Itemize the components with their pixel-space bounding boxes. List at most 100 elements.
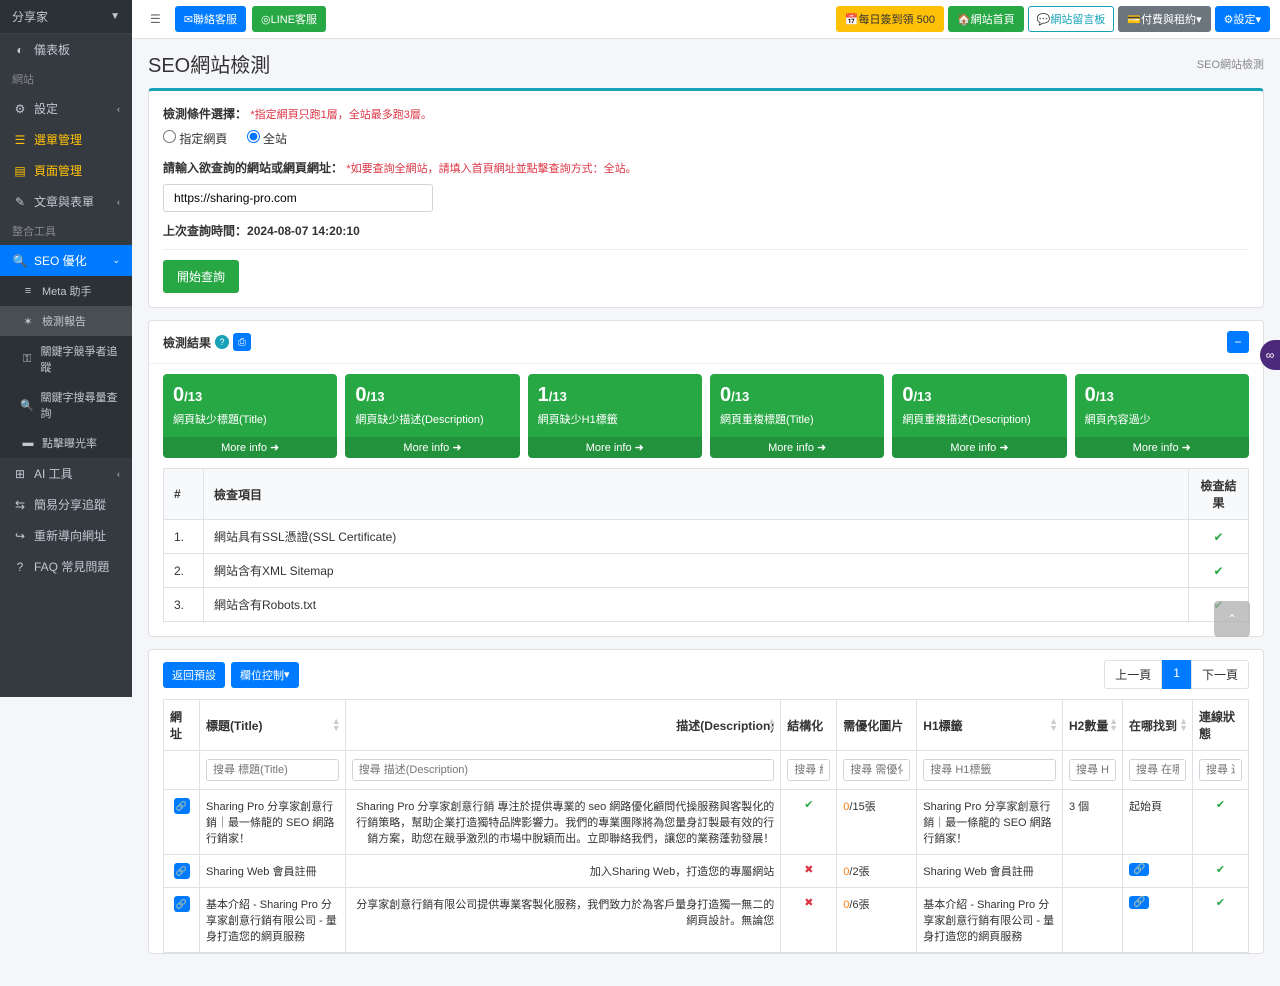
cond-hint: *指定網頁只跑1層，全站最多跑3層。 <box>250 109 432 121</box>
th-struct[interactable]: 結構化 <box>781 700 837 751</box>
open-url-icon[interactable]: 🔗 <box>174 863 190 879</box>
nav-faq[interactable]: ?FAQ 常見問題 <box>0 551 132 582</box>
table-row: 🔗 Sharing Pro 分享家創意行銷｜最一條龍的 SEO 網路行銷家！ S… <box>164 790 1249 855</box>
th-idx: # <box>164 469 204 520</box>
nav-meta-helper[interactable]: ≡Meta 助手 <box>0 276 132 306</box>
settings-button[interactable]: ⚙ 設定 ▾ <box>1215 6 1270 32</box>
radio-site[interactable]: 全站 <box>247 132 287 146</box>
brand-selector[interactable]: 分享家▼ <box>0 0 132 34</box>
nav-keyword-competitor[interactable]: ⚿關鍵字競爭者追蹤 <box>0 336 132 382</box>
sitemap-icon: ☰ <box>12 133 28 147</box>
th-item: 檢查項目 <box>204 469 1189 520</box>
menu-toggle-icon[interactable]: ☰ <box>142 8 169 30</box>
more-info-link[interactable]: More info ➜ <box>710 437 884 458</box>
table-row: 1.網站具有SSL憑證(SSL Certificate)✔ <box>164 520 1249 554</box>
chevron-down-icon: ⌄ <box>112 255 120 266</box>
chevron-left-icon: ‹ <box>117 104 120 114</box>
more-info-link[interactable]: More info ➜ <box>892 437 1066 458</box>
url-input[interactable] <box>163 184 433 212</box>
question-icon: ? <box>12 560 28 574</box>
export-icon[interactable]: ⎙ <box>233 333 251 351</box>
checkin-button[interactable]: 📅 每日簽到領 500 <box>836 6 944 32</box>
found-badge[interactable]: 🔗 <box>1129 863 1149 876</box>
check-bad-icon: ✖ <box>804 864 813 876</box>
found-badge[interactable]: 🔗 <box>1129 896 1149 909</box>
th-found[interactable]: 在哪找到▲▼ <box>1123 700 1193 751</box>
reset-button[interactable]: 返回預設 <box>163 662 225 688</box>
filter-img[interactable] <box>843 759 910 781</box>
url-label: 請輸入欲查詢的網站或網頁網址： <box>163 161 343 175</box>
page-title: SEO網站檢測 <box>148 49 270 78</box>
table-row: 2.網站含有XML Sitemap✔ <box>164 554 1249 588</box>
filter-link[interactable] <box>1199 759 1242 781</box>
more-info-link[interactable]: More info ➜ <box>1075 437 1249 458</box>
contact-button[interactable]: ✉ 聯絡客服 <box>175 6 246 32</box>
line-button[interactable]: ◎ LINE客服 <box>252 6 326 32</box>
nav-click-exposure[interactable]: ▬點擊曝光率 <box>0 428 132 458</box>
nav-settings[interactable]: ⚙設定‹ <box>0 93 132 124</box>
edit-icon: ✎ <box>12 195 28 209</box>
th-h1[interactable]: H1標籤▲▼ <box>917 700 1063 751</box>
nav-keyword-volume[interactable]: 🔍關鍵字搜尋量查詢 <box>0 382 132 428</box>
th-url[interactable]: 網址 <box>164 700 200 751</box>
open-url-icon[interactable]: 🔗 <box>174 896 190 912</box>
filter-h1[interactable] <box>923 759 1056 781</box>
more-info-link[interactable]: More info ➜ <box>163 437 337 458</box>
key-icon: ⚿ <box>20 353 34 366</box>
check-ok-icon: ✔ <box>1216 864 1225 876</box>
check-ok-icon: ✔ <box>804 799 813 811</box>
filter-struct[interactable] <box>787 759 830 781</box>
side-widget[interactable] <box>1260 340 1280 370</box>
open-url-icon[interactable]: 🔗 <box>174 798 190 814</box>
filter-found[interactable] <box>1129 759 1186 781</box>
msgboard-button[interactable]: 💬 網站留言板 <box>1028 6 1115 32</box>
th-title[interactable]: 標題(Title)▲▼ <box>200 700 346 751</box>
nav-menu-mgmt[interactable]: ☰選單管理 <box>0 124 132 155</box>
filter-desc[interactable] <box>352 759 775 781</box>
page-1-button[interactable]: 1 <box>1162 660 1191 689</box>
stat-card: 0/13 網頁缺少描述(Description) More info ➜ <box>345 374 519 458</box>
filter-h2[interactable] <box>1069 759 1116 781</box>
topbar: ☰ ✉ 聯絡客服 ◎ LINE客服 📅 每日簽到領 500 🏠 網站首頁 💬 網… <box>132 0 1280 39</box>
next-page-button[interactable]: 下一頁 <box>1191 660 1249 689</box>
table-row: 🔗 Sharing Web 會員註冊 加入Sharing Web，打造您的專屬網… <box>164 855 1249 888</box>
home-button[interactable]: 🏠 網站首頁 <box>948 6 1024 32</box>
check-ok-icon: ✔ <box>1216 897 1225 909</box>
nav-page-mgmt[interactable]: ▤頁面管理 <box>0 155 132 186</box>
nav-ai-tools[interactable]: ⊞AI 工具‹ <box>0 458 132 489</box>
nav-dashboard[interactable]: ◐儀表板 <box>0 34 132 65</box>
more-info-link[interactable]: More info ➜ <box>528 437 702 458</box>
payment-button[interactable]: 💳 付費與租約 ▾ <box>1118 6 1210 32</box>
filter-title[interactable] <box>206 759 339 781</box>
th-desc[interactable]: 描述(Description)▲▼ <box>345 700 781 751</box>
result-card: 檢測結果 ? ⎙ − 0/13 網頁缺少標題(Title) More info … <box>148 320 1264 637</box>
chart-icon: ▬ <box>20 437 36 449</box>
page-icon: ▤ <box>12 164 28 178</box>
robot-icon: ⊞ <box>12 467 28 481</box>
gauge-icon: ◐ <box>12 43 28 57</box>
scroll-top-button[interactable]: ⌃ <box>1214 601 1250 637</box>
chevron-left-icon: ‹ <box>117 469 120 479</box>
check-bad-icon: ✖ <box>804 897 813 909</box>
gear-icon: ⚙ <box>12 102 28 116</box>
chevron-down-icon: ▼ <box>110 11 120 22</box>
th-h2[interactable]: H2數量▲▼ <box>1063 700 1123 751</box>
radio-page[interactable]: 指定網頁 <box>163 132 227 146</box>
nav-share-track[interactable]: ⇆簡易分享追蹤 <box>0 489 132 520</box>
cols-button[interactable]: 欄位控制 ▾ <box>231 662 299 688</box>
nav-article-form[interactable]: ✎文章與表單‹ <box>0 186 132 217</box>
stat-card: 0/13 網頁重複描述(Description) More info ➜ <box>892 374 1066 458</box>
check-table: # 檢查項目 檢查結果 1.網站具有SSL憑證(SSL Certificate)… <box>163 468 1249 622</box>
more-info-link[interactable]: More info ➜ <box>345 437 519 458</box>
th-img[interactable]: 需優化圖片 <box>837 700 917 751</box>
collapse-button[interactable]: − <box>1227 331 1249 353</box>
help-icon[interactable]: ? <box>215 335 229 349</box>
start-query-button[interactable]: 開始查詢 <box>163 260 239 293</box>
nav-seo-opt[interactable]: 🔍SEO 優化⌄ <box>0 245 132 276</box>
share-icon: ⇆ <box>12 498 28 512</box>
prev-page-button[interactable]: 上一頁 <box>1104 660 1162 689</box>
query-card: 檢測條件選擇： *指定網頁只跑1層，全站最多跑3層。 指定網頁 全站 請輸入欲查… <box>148 88 1264 308</box>
nav-redirect[interactable]: ↪重新導向網址 <box>0 520 132 551</box>
nav-report[interactable]: ✶檢測報告 <box>0 306 132 336</box>
th-link[interactable]: 連線狀態 <box>1193 700 1249 751</box>
